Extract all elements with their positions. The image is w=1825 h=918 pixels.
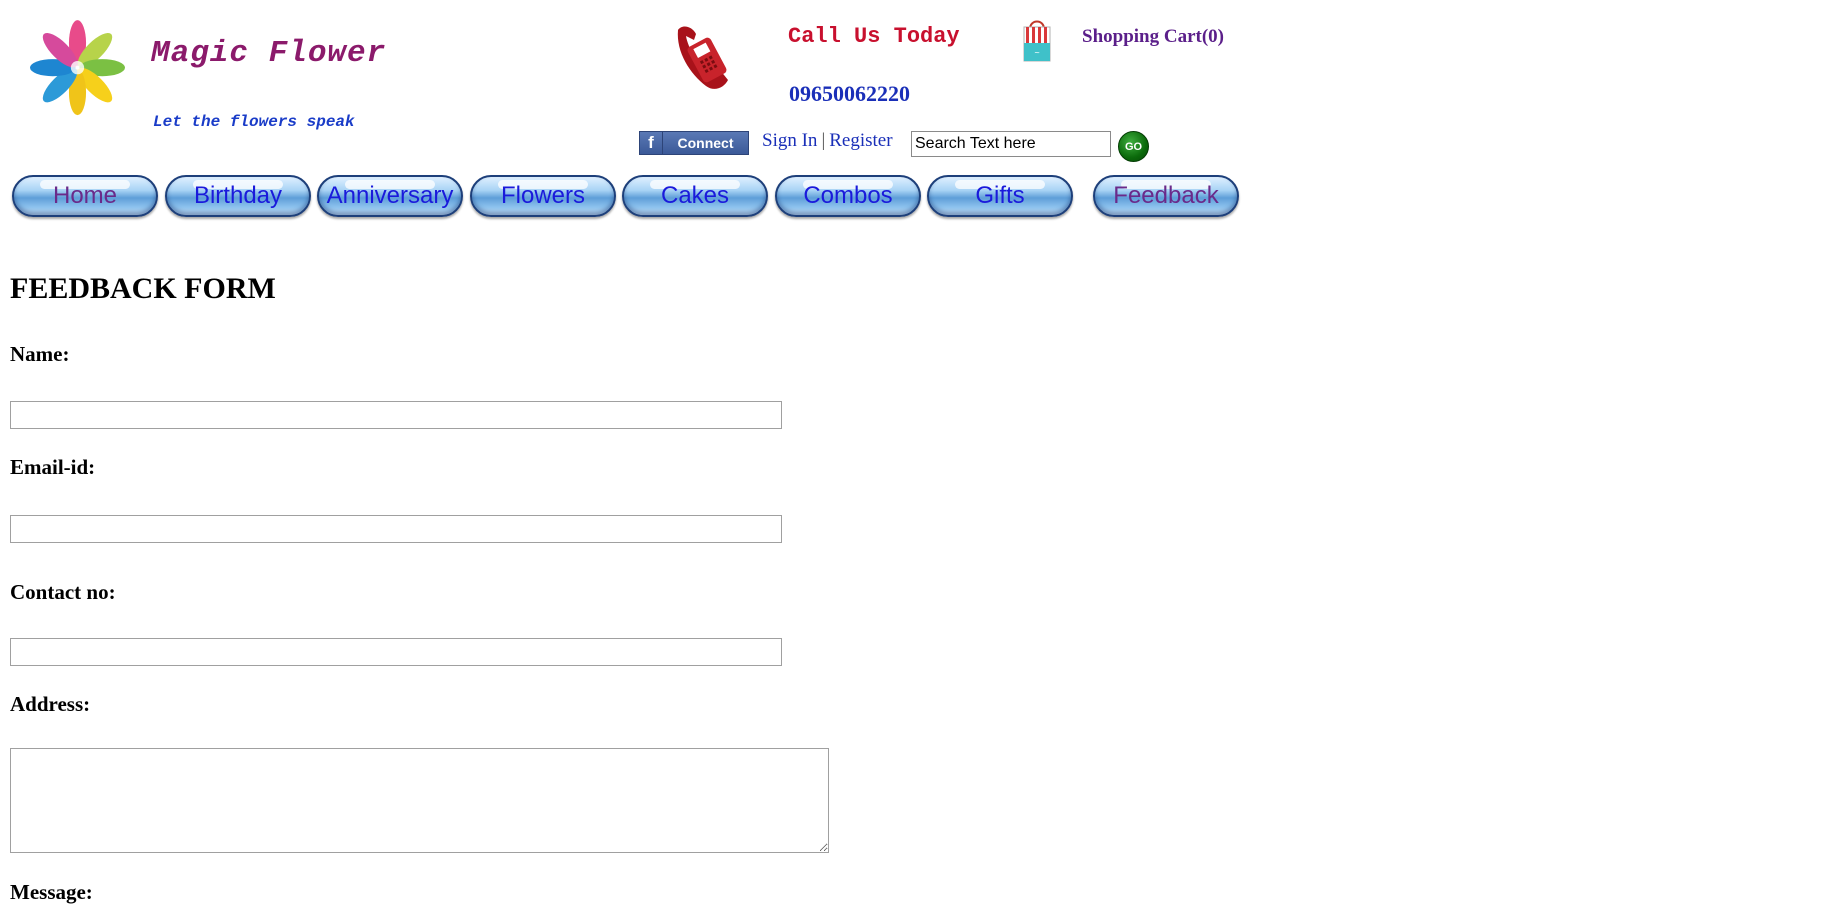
nav-label: Flowers: [500, 182, 585, 209]
register-link[interactable]: Register: [829, 130, 892, 151]
tagline: Let the flowers speak: [153, 113, 355, 131]
nav-label: Home: [52, 182, 118, 209]
nav-home[interactable]: Home: [12, 175, 158, 217]
name-label: Name:: [10, 342, 70, 366]
brand-name: Magic Flower: [151, 36, 387, 71]
nav-gifts[interactable]: Gifts: [927, 175, 1073, 217]
facebook-connect-button[interactable]: f Connect: [639, 131, 749, 155]
phone-icon: [677, 26, 728, 89]
facebook-icon: f: [640, 132, 663, 154]
shopping-cart-link[interactable]: Shopping Cart(0): [1082, 26, 1224, 48]
nav-anniversary[interactable]: Anniversary: [317, 175, 463, 217]
nav-label: Feedback: [1113, 182, 1219, 209]
go-button[interactable]: GO: [1118, 131, 1149, 162]
sign-in-link[interactable]: Sign In: [762, 130, 817, 151]
address-textarea[interactable]: [10, 748, 829, 853]
nav-combos[interactable]: Combos: [775, 175, 921, 217]
nav-label: Birthday: [193, 182, 283, 209]
nav-label: Gifts: [975, 182, 1025, 209]
nav-label: Combos: [803, 182, 893, 209]
page-title: FEEDBACK FORM: [10, 272, 276, 305]
message-label: Message:: [10, 880, 93, 904]
shopping-bag-icon[interactable]: ~: [1020, 15, 1054, 63]
main-nav: Home Birthday Anniversary Flowers Cakes …: [0, 175, 1240, 219]
name-field[interactable]: [10, 401, 782, 429]
contact-label: Contact no:: [10, 580, 116, 604]
nav-label: Anniversary: [326, 182, 454, 209]
call-us-label: Call Us Today: [788, 24, 960, 49]
email-field[interactable]: [10, 515, 782, 543]
nav-cakes[interactable]: Cakes: [622, 175, 768, 217]
nav-flowers[interactable]: Flowers: [470, 175, 616, 217]
contact-field[interactable]: [10, 638, 782, 666]
address-label: Address:: [10, 692, 91, 716]
facebook-connect-label: Connect: [677, 135, 734, 151]
nav-label: Cakes: [660, 182, 730, 209]
svg-text:~: ~: [1034, 49, 1040, 57]
logo-pinwheel-icon[interactable]: [30, 18, 125, 123]
auth-links: Sign In | Register: [762, 130, 893, 152]
email-label: Email-id:: [10, 455, 96, 479]
phone-number: 09650062220: [789, 81, 910, 106]
search-input[interactable]: [911, 131, 1111, 157]
auth-separator: |: [821, 130, 826, 151]
nav-feedback[interactable]: Feedback: [1093, 175, 1239, 217]
nav-birthday[interactable]: Birthday: [165, 175, 311, 217]
